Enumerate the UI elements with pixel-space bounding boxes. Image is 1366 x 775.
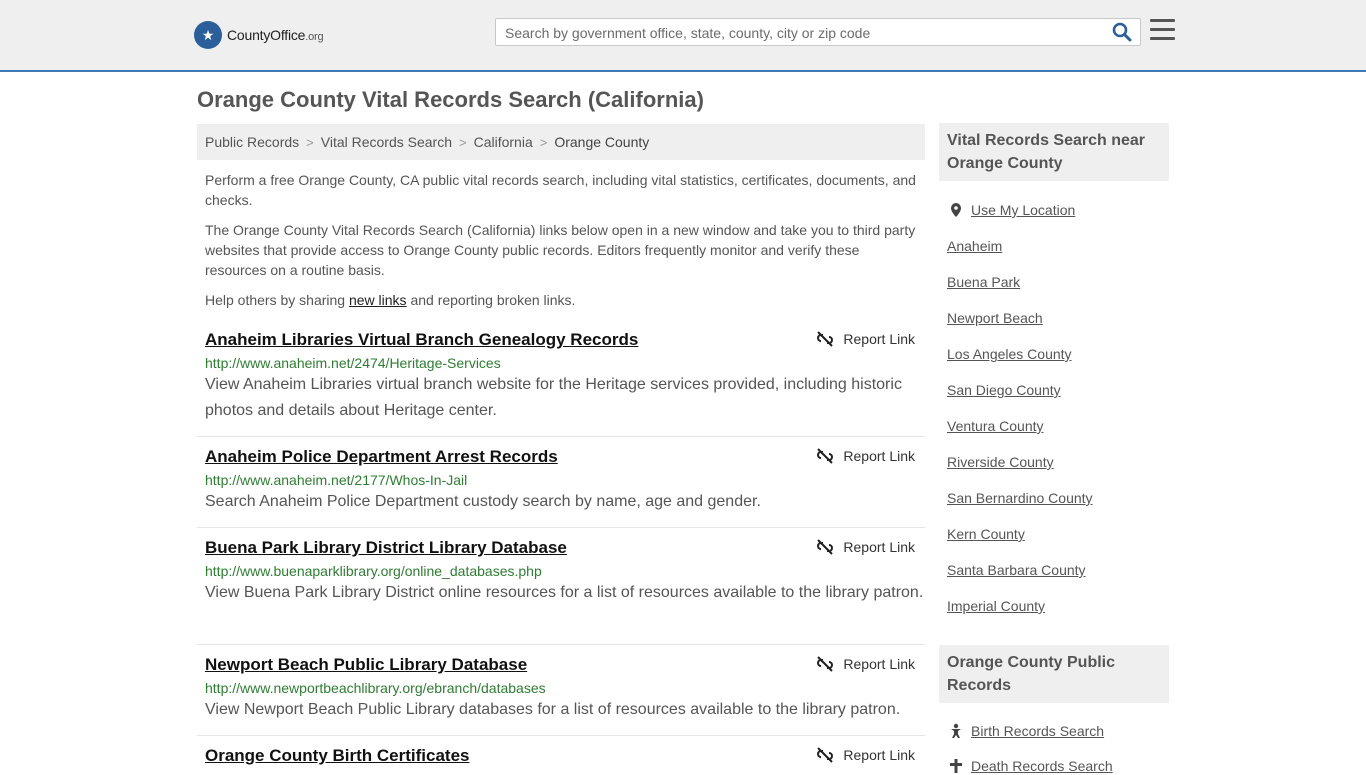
- top-bar: ★ CountyOffice.org: [0, 0, 1366, 72]
- result-divider: [197, 436, 925, 437]
- use-my-location-link[interactable]: Use My Location: [971, 201, 1075, 219]
- breadcrumb-separator: >: [459, 134, 467, 150]
- nearby-link-riverside-county[interactable]: Riverside County: [947, 453, 1054, 471]
- public-records-heading: Orange County Public Records: [939, 645, 1169, 703]
- search-button[interactable]: [1112, 22, 1134, 42]
- breadcrumb-separator: >: [539, 134, 548, 150]
- nearby-link-los-angeles-county[interactable]: Los Angeles County: [947, 345, 1072, 363]
- nearby-link-kern-county[interactable]: Kern County: [947, 525, 1025, 543]
- report-link-button[interactable]: Report Link: [817, 539, 915, 555]
- broken-link-icon: [817, 448, 834, 464]
- nearby-link-buena-park[interactable]: Buena Park: [947, 273, 1020, 291]
- nearby-link-santa-barbara-county[interactable]: Santa Barbara County: [947, 561, 1086, 579]
- search-input[interactable]: [503, 22, 1107, 44]
- broken-link-icon: [817, 747, 834, 763]
- result-description: Search Anaheim Police Department custody…: [205, 493, 761, 510]
- nearby-link-newport-beach[interactable]: Newport Beach: [947, 309, 1043, 327]
- nearby-heading: Vital Records Search near Orange County: [939, 123, 1169, 181]
- report-link-button[interactable]: Report Link: [817, 331, 915, 347]
- search-box: [495, 18, 1141, 46]
- result-url: http://www.newportbeachlibrary.org/ebran…: [205, 680, 546, 696]
- result-divider: [197, 527, 925, 528]
- cross-icon: [950, 759, 962, 773]
- result-item: Anaheim Libraries Virtual Branch Genealo…: [197, 329, 925, 424]
- result-url: http://www.anaheim.net/2177/Whos-In-Jail: [205, 472, 468, 488]
- brand-suffix: .org: [305, 31, 324, 43]
- breadcrumb-public-records[interactable]: Public Records: [205, 134, 299, 150]
- result-item: Newport Beach Public Library Database ht…: [197, 654, 925, 723]
- breadcrumb-vital-records-search[interactable]: Vital Records Search: [321, 134, 452, 150]
- nearby-link-ventura-county[interactable]: Ventura County: [947, 417, 1044, 435]
- disclaimer-paragraph: The Orange County Vital Records Search (…: [205, 222, 916, 278]
- search-icon: [1112, 22, 1132, 42]
- nearby-link-san-diego-county[interactable]: San Diego County: [947, 381, 1061, 399]
- breadcrumb-separator: >: [306, 134, 314, 150]
- location-pin-icon: [951, 203, 961, 217]
- broken-link-icon: [817, 656, 834, 672]
- breadcrumb-orange-county: Orange County: [554, 134, 650, 150]
- result-divider: [197, 644, 925, 645]
- report-link-button[interactable]: Report Link: [817, 656, 915, 672]
- nearby-link-san-bernardino-county[interactable]: San Bernardino County: [947, 489, 1093, 507]
- broken-link-icon: [817, 539, 834, 555]
- result-description: View Buena Park Library District online …: [205, 584, 924, 601]
- result-divider: [197, 735, 925, 736]
- intro-paragraph: Perform a free Orange County, CA public …: [205, 172, 916, 208]
- result-description: View Newport Beach Public Library databa…: [205, 701, 901, 718]
- site-logo[interactable]: ★ CountyOffice.org: [194, 20, 324, 50]
- result-url: http://www.buenaparklibrary.org/online_d…: [205, 563, 542, 579]
- result-description: View Anaheim Libraries virtual branch we…: [205, 376, 902, 419]
- seal-icon: ★: [194, 21, 222, 49]
- report-link-button[interactable]: Report Link: [817, 448, 915, 464]
- new-links-link[interactable]: new links: [349, 292, 407, 308]
- broken-link-icon: [817, 331, 834, 347]
- result-item: Buena Park Library District Library Data…: [197, 537, 925, 606]
- nearby-link-imperial-county[interactable]: Imperial County: [947, 597, 1045, 615]
- birth-records-search-link[interactable]: Birth Records Search: [971, 722, 1104, 740]
- hamburger-menu-icon[interactable]: [1150, 19, 1175, 43]
- result-item: Anaheim Police Department Arrest Records…: [197, 446, 925, 515]
- result-url: http://www.anaheim.net/2474/Heritage-Ser…: [205, 355, 501, 371]
- breadcrumb-california[interactable]: California: [474, 134, 533, 150]
- baby-icon: [951, 723, 961, 738]
- death-records-search-link[interactable]: Death Records Search: [971, 757, 1113, 775]
- share-paragraph: Help others by sharing new links and rep…: [205, 292, 576, 308]
- page-title: Orange County Vital Records Search (Cali…: [197, 87, 704, 112]
- report-link-button[interactable]: Report Link: [817, 747, 915, 763]
- nearby-link-anaheim[interactable]: Anaheim: [947, 237, 1002, 255]
- breadcrumb: Public Records > Vital Records Search > …: [197, 124, 925, 160]
- result-item: Orange County Birth Certificates Report …: [197, 745, 925, 767]
- brand-name: CountyOffice: [227, 27, 306, 43]
